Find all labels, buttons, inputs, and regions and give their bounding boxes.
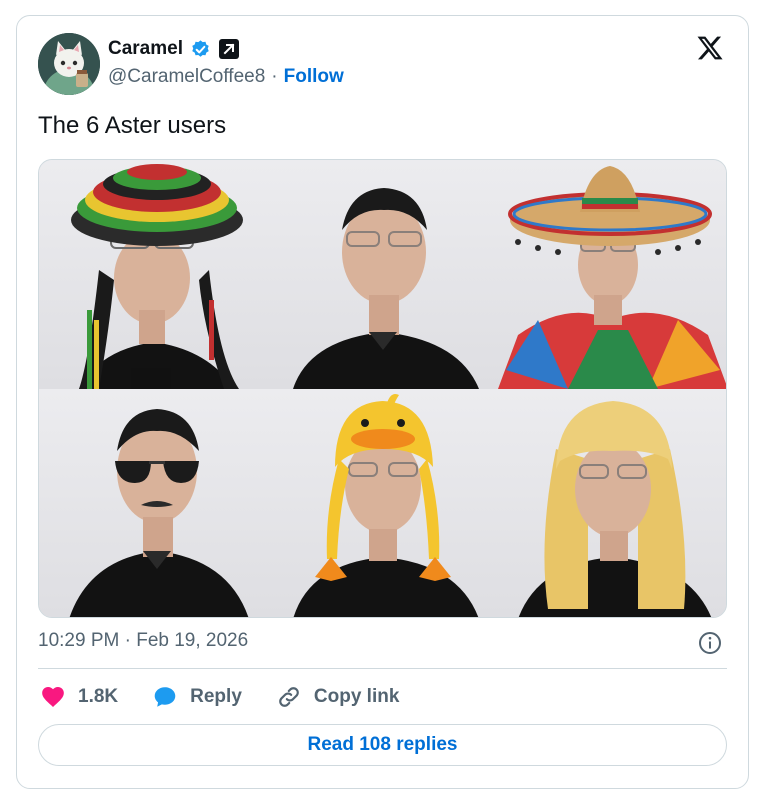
photo-rasta-hat[interactable] (39, 160, 269, 389)
photo-blonde-wig[interactable] (498, 389, 726, 617)
follow-button[interactable]: Follow (284, 66, 344, 88)
heart-icon (42, 687, 64, 707)
reply-label: Reply (190, 686, 242, 707)
photo-sombrero[interactable] (498, 160, 726, 389)
verified-badge-icon (192, 39, 209, 57)
like-count: 1.8K (78, 686, 119, 707)
x-logo-icon[interactable] (696, 34, 724, 62)
author-handle-row: @CaramelCoffee8 · Follow (108, 66, 344, 88)
avatar[interactable] (38, 33, 100, 95)
reply-button[interactable]: Reply (152, 684, 242, 710)
author-name[interactable]: Caramel (108, 38, 183, 60)
external-link-icon[interactable] (219, 39, 239, 59)
tweet-timestamp[interactable]: 10:29 PM · Feb 19, 2026 (38, 630, 248, 652)
reply-bubble-icon (154, 687, 176, 707)
tweet-text: The 6 Aster users (38, 112, 227, 139)
separator-dot: · (271, 66, 278, 87)
photo-duck-hat[interactable] (269, 389, 498, 617)
copy-link-button[interactable]: Copy link (276, 684, 400, 710)
copy-link-label: Copy link (313, 686, 400, 707)
read-replies-button[interactable]: Read 108 replies (38, 724, 727, 766)
photo-sunglasses[interactable] (39, 389, 269, 617)
author-name-row: Caramel (108, 38, 239, 60)
link-icon (279, 687, 299, 707)
author-handle[interactable]: @CaramelCoffee8 (108, 66, 265, 88)
media-grid[interactable] (38, 159, 727, 618)
info-icon[interactable] (698, 631, 722, 655)
like-button[interactable]: 1.8K (40, 684, 118, 710)
photo-plain[interactable] (269, 160, 498, 389)
divider (38, 668, 727, 669)
action-bar: 1.8K Reply Copy link (40, 683, 433, 711)
